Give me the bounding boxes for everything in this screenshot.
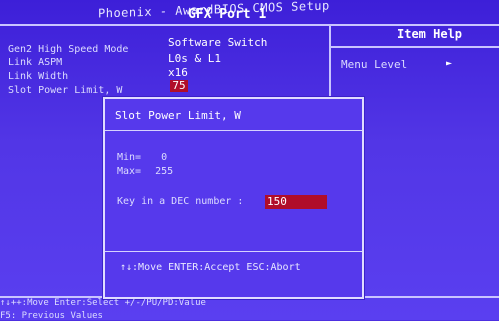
dialog-prompt: Key in a DEC number :	[117, 196, 244, 207]
dialog-keys-divider	[105, 251, 362, 252]
dec-number-input[interactable]: 150	[265, 195, 327, 209]
max-value: 255	[155, 166, 174, 177]
setting-value-slot-power[interactable]: 75	[170, 80, 188, 92]
setting-value-gen2[interactable]: Software Switch	[168, 36, 267, 49]
min-label: Min=	[117, 152, 142, 163]
dialog-key-hints: ↑↓:Move ENTER:Accept ESC:Abort	[120, 262, 301, 273]
setting-label-link-width: Link Width	[8, 71, 69, 82]
dialog-max: Max= 255	[117, 166, 173, 177]
menu-level-label: Menu Level	[341, 58, 408, 71]
slot-power-dialog: Slot Power Limit, W Min= 0 Max= 255 Key …	[103, 97, 364, 299]
dialog-title-divider	[105, 130, 362, 131]
setting-label-gen2: Gen2 High Speed Mode	[8, 44, 129, 55]
menu-level-arrow-icon: ►	[446, 58, 453, 69]
dialog-min: Min= 0	[117, 152, 167, 163]
setting-value-aspm[interactable]: L0s & L1	[168, 52, 221, 65]
setting-value-link-width[interactable]: x16	[168, 66, 188, 79]
footer-key-hints-1: ↑↓++:Move Enter:Select +/-/PU/PD:Value	[0, 298, 206, 308]
help-title: Item Help	[397, 27, 463, 41]
setting-label-slot-power: Slot Power Limit, W	[8, 85, 123, 96]
help-title-divider	[330, 46, 499, 48]
min-value: 0	[161, 152, 168, 163]
setting-label-aspm: Link ASPM	[8, 57, 63, 68]
page-title: GFX Port 1	[188, 7, 267, 22]
max-label: Max=	[117, 166, 142, 177]
dialog-title: Slot Power Limit, W	[115, 109, 241, 122]
top-divider	[0, 24, 499, 26]
